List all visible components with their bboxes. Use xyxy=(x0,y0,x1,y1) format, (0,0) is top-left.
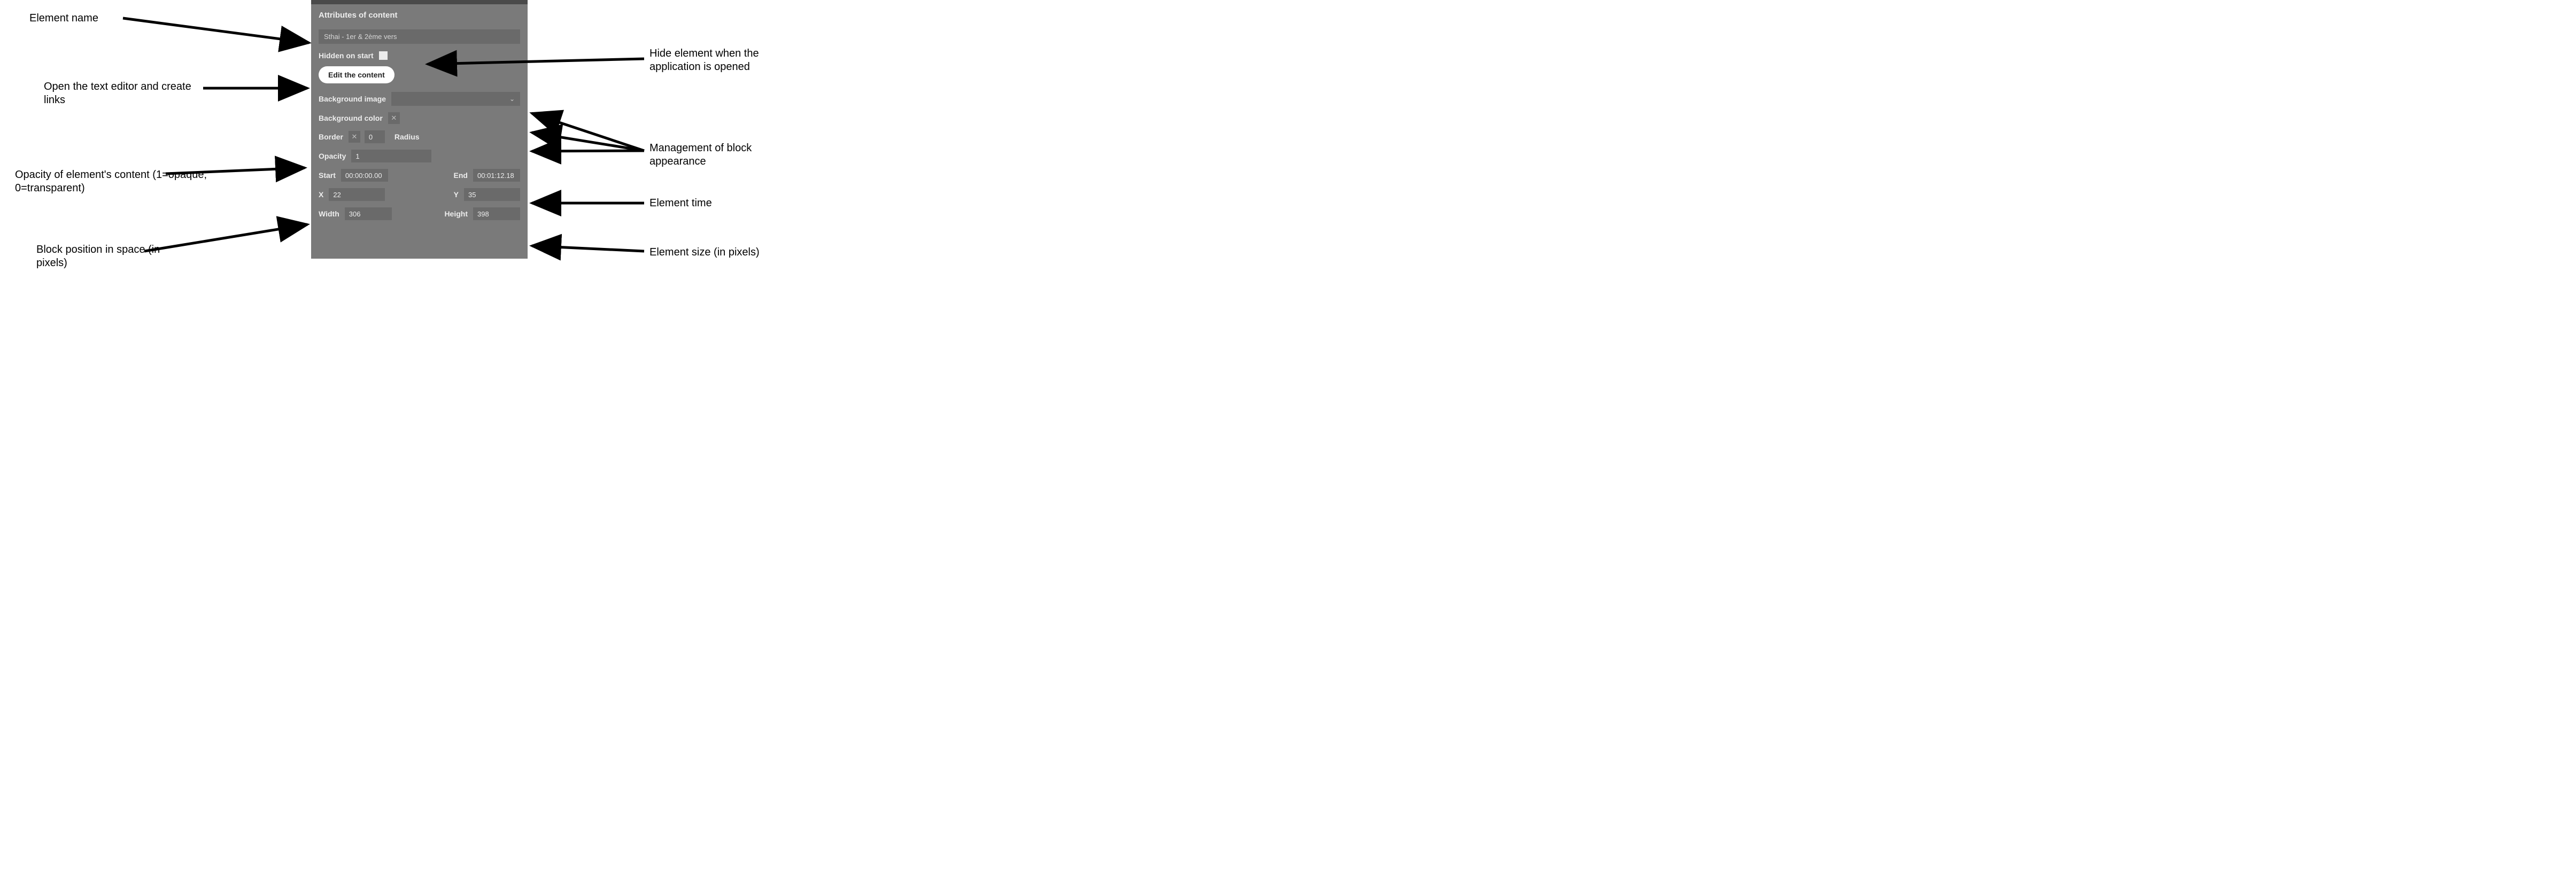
border-clear-button[interactable]: ✕ xyxy=(349,131,360,143)
annotation-element-size: Element size (in pixels) xyxy=(649,246,760,259)
annotation-element-name: Element name xyxy=(29,12,98,25)
border-value-input[interactable] xyxy=(365,130,385,143)
chevron-down-icon: ⌄ xyxy=(509,95,515,103)
annotation-element-time: Element time xyxy=(649,197,712,210)
bg-color-clear-button[interactable]: ✕ xyxy=(388,112,400,124)
opacity-label: Opacity xyxy=(319,152,346,160)
hidden-on-start-checkbox[interactable] xyxy=(379,51,388,60)
height-input[interactable] xyxy=(473,207,520,220)
size-row: Width Height xyxy=(319,207,520,220)
y-input[interactable] xyxy=(464,188,520,201)
start-time-input[interactable] xyxy=(341,169,388,182)
annotation-open-editor: Open the text editor and create links xyxy=(44,80,204,107)
border-row: Border ✕ Radius xyxy=(319,130,520,143)
opacity-input[interactable] xyxy=(351,150,431,162)
border-label: Border xyxy=(319,133,343,141)
bg-color-label: Background color xyxy=(319,114,383,122)
x-label: X xyxy=(319,190,323,199)
x-input[interactable] xyxy=(329,188,385,201)
opacity-row: Opacity xyxy=(319,150,520,162)
annotation-block-position: Block position in space (in pixels) xyxy=(36,243,175,270)
height-label: Height xyxy=(444,209,468,218)
annotation-opacity: Opacity of element's content (1=opaque; … xyxy=(15,168,250,195)
xy-row: X Y xyxy=(319,188,520,201)
radius-label: Radius xyxy=(394,133,420,141)
bg-image-select[interactable]: ⌄ xyxy=(391,92,520,106)
edit-content-button[interactable]: Edit the content xyxy=(319,66,394,83)
bg-image-row: Background image ⌄ xyxy=(319,92,520,106)
element-name-input[interactable] xyxy=(319,29,520,44)
bg-image-label: Background image xyxy=(319,95,386,103)
width-label: Width xyxy=(319,209,339,218)
end-time-input[interactable] xyxy=(473,169,520,182)
y-label: Y xyxy=(454,190,459,199)
hidden-on-start-label: Hidden on start xyxy=(319,51,374,60)
annotation-block-appearance: Management of block appearance xyxy=(649,142,810,168)
start-label: Start xyxy=(319,171,336,180)
width-input[interactable] xyxy=(345,207,392,220)
hidden-on-start-row: Hidden on start xyxy=(319,51,520,60)
panel-body: Hidden on start Edit the content Backgro… xyxy=(311,29,528,220)
panel-title: Attributes of content xyxy=(311,4,528,29)
annotation-hide-element: Hide element when the application is ope… xyxy=(649,47,810,74)
end-label: End xyxy=(454,171,468,180)
time-row: Start End xyxy=(319,169,520,182)
attributes-panel: Attributes of content Hidden on start Ed… xyxy=(311,0,528,259)
bg-color-row: Background color ✕ xyxy=(319,112,520,124)
